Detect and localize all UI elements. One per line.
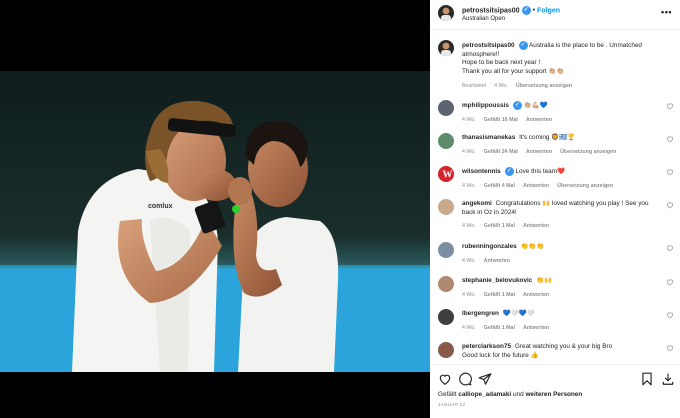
comment-avatar[interactable] [438,100,454,116]
comment-text: 💙🤍💙🤍 [502,310,535,317]
comment-avatar[interactable] [438,342,454,358]
comment-icon[interactable] [458,372,472,386]
translate-link[interactable]: Übersetzung anzeigen [560,149,616,155]
more-icon[interactable]: ••• [661,7,672,17]
comment-text: Great watching you & your big Bro [514,343,613,350]
reply-button[interactable]: Antworten [484,258,510,264]
reply-button[interactable]: Antworten [523,183,549,189]
comment-username[interactable]: wilsontennis [462,168,501,175]
post-sidebar: petrostsitsipas00 ✓ • Folgen Australian Ope… [430,0,680,418]
comment-username[interactable]: rubenningonzales [462,243,517,250]
liked-others-link[interactable]: weiteren Personen [525,391,582,398]
share-icon[interactable] [478,372,492,386]
caption-avatar-image [441,42,451,56]
follow-button[interactable]: Folgen [537,7,560,14]
comment-text: Love this team❤️ [515,168,566,176]
comment-age: 4 Wo. [462,324,476,331]
author-avatar[interactable] [438,5,454,21]
svg-text:W: W [443,170,453,181]
heart-icon[interactable] [438,372,452,386]
comment-avatar[interactable] [438,133,454,149]
heart-icon[interactable] [666,102,674,110]
verified-icon: ✓ [518,41,528,50]
post-location[interactable]: Australian Open [462,16,505,22]
comment-likes[interactable]: Gefällt 1 Mal [484,292,515,298]
caption-avatar[interactable] [438,40,454,56]
reply-button[interactable]: Antworten [523,292,549,298]
comment-text: It's coming 🦁🇬🇷🏆 [519,134,576,141]
comment-avatar[interactable] [438,309,454,325]
verified-icon: ✓ [521,6,531,15]
comment-username[interactable]: lbergengren [462,310,499,317]
post-actions: Gefällt calliope_adamaki und weiteren Pe… [430,364,680,418]
liked-prefix: Gefällt [438,391,457,398]
reply-button[interactable]: Antworten [523,223,549,229]
caption-username[interactable]: petrostsitsipas00 [462,42,515,49]
caption-age: 4 Wo. [494,82,508,89]
verified-icon: ✓ [512,101,522,110]
verified-icon: ✓ [504,167,514,176]
wilson-logo-icon: W [443,170,453,181]
heart-icon[interactable] [666,278,674,286]
comment-text: 👏🏼💪🏼💙 [523,102,548,110]
caption-translate-link[interactable]: Übersetzung anzeigen [516,83,572,89]
post-date: JANUAR 22 [438,402,466,407]
comment-age: 4 Wo. [462,148,476,155]
post-header: petrostsitsipas00 ✓ • Folgen Australian Ope… [430,0,680,30]
comment-age: 4 Wo. [462,116,476,123]
caption-meta: Bearbeitet 4 Wo. Übersetzung anzeigen [462,82,660,91]
heart-icon[interactable] [666,135,674,143]
heart-icon[interactable] [666,311,674,319]
author-avatar-image [441,7,451,21]
comment-username[interactable]: peterclarkson75 [462,343,511,350]
comment-avatar[interactable] [438,242,454,258]
reply-button[interactable]: Antworten [526,149,552,155]
heart-icon[interactable] [666,344,674,352]
shirt-logo-text: comlux [148,203,173,210]
comment-username[interactable]: angekomi [462,200,492,207]
comment-text: 👏👏👏 [520,243,545,250]
translate-link[interactable]: Übersetzung anzeigen [557,183,613,189]
comment-avatar[interactable] [438,276,454,292]
caption-line-2: Hope to be back next year ! [462,59,541,67]
bookmark-icon[interactable] [640,372,654,386]
comment-age: 4 Wo. [462,223,476,230]
heart-icon[interactable] [666,244,674,252]
comment-age: 4 Wo. [462,182,476,189]
comment-username[interactable]: stephanie_belovukovic [462,277,532,284]
header-separator: • [532,7,536,15]
comment-age: 4 Wo. [462,257,476,264]
liked-by-text: Gefällt calliope_adamaki und weiteren Pe… [438,391,582,398]
post-media: comlux [0,0,430,418]
heart-icon[interactable] [666,201,674,209]
post-photo[interactable]: comlux [0,71,430,372]
comment-avatar[interactable]: W [438,166,454,182]
liked-mid: und [512,391,524,398]
comment-username[interactable]: thanasismanekas [462,134,515,141]
comment-age: 4 Wo. [462,291,476,298]
reply-button[interactable]: Antworten [523,325,549,331]
comment-text: 👏🙌 [536,277,553,284]
comment-likes[interactable]: Gefällt 4 Mal [484,183,515,189]
liked-username[interactable]: calliope_adamaki [458,391,511,398]
tennis-players-photo: comlux [0,71,430,372]
comments-thread[interactable]: petrostsitsipas00 ✓ Australia is the plac… [430,32,680,362]
caption-edited: Bearbeitet [462,82,487,89]
comment-likes[interactable]: Gefällt 1 Mal [484,223,515,229]
comment-likes[interactable]: Gefällt 16 Mal [484,117,518,123]
comment-username[interactable]: mphilippoussis [462,102,509,109]
heart-icon[interactable] [666,168,674,176]
reply-button[interactable]: Antworten [526,117,552,123]
download-icon[interactable] [661,372,675,386]
comment-avatar[interactable] [438,199,454,215]
comment-likes[interactable]: Gefällt 24 Mal [484,149,518,155]
comment-text-line-2: Good luck for the future 👍 [462,351,539,359]
comment-likes[interactable]: Gefällt 1 Mal [484,325,515,331]
caption-line-3: Thank you all for your support 👏🏼👏🏼 [462,67,565,75]
author-username[interactable]: petrostsitsipas00 [462,7,520,14]
